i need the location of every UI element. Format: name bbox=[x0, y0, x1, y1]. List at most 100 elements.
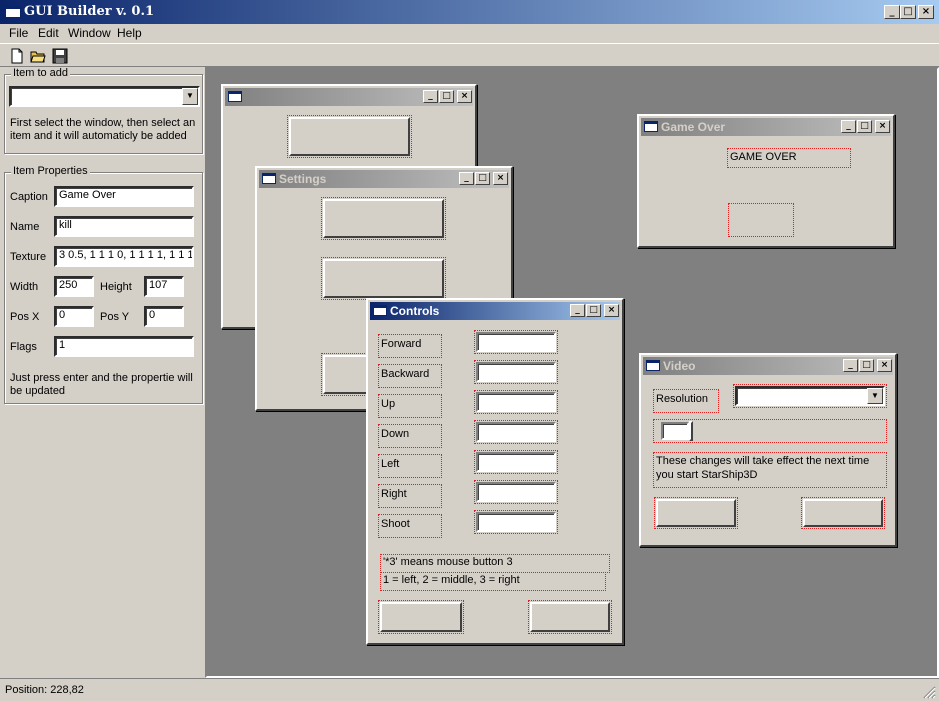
game-over-title: Game Over bbox=[661, 120, 726, 134]
forward-key-field[interactable] bbox=[476, 332, 556, 352]
maximize-icon[interactable]: □ bbox=[859, 359, 874, 372]
fullscreen-checkbox[interactable] bbox=[661, 422, 689, 440]
close-icon[interactable]: × bbox=[875, 120, 890, 133]
window-icon bbox=[373, 305, 387, 316]
right-key-field[interactable] bbox=[476, 482, 556, 502]
maximize-icon[interactable]: □ bbox=[857, 120, 872, 133]
chevron-down-icon[interactable]: ▼ bbox=[867, 388, 883, 404]
control-label-left: Left bbox=[378, 454, 442, 478]
video-window[interactable]: Video _ □ × Resolution ▼ These changes w… bbox=[639, 353, 897, 547]
element-outline bbox=[728, 203, 794, 237]
item-to-add-group: Item to add ▼ First select the window, t… bbox=[4, 67, 203, 154]
video-titlebar[interactable]: Video _ □ × bbox=[643, 357, 893, 375]
item-properties-group: Item Properties Caption Game Over Name k… bbox=[4, 165, 203, 404]
maximize-icon[interactable]: □ bbox=[475, 172, 490, 185]
resize-grip-icon[interactable] bbox=[922, 685, 936, 699]
menu-bar: File Edit Window Help bbox=[0, 24, 939, 43]
untitled-titlebar[interactable]: _ □ × bbox=[225, 88, 473, 106]
texture-field[interactable]: 3 0.5, 1 1 1 0, 1 1 1 1, 1 1 1 bbox=[54, 246, 194, 267]
left-key-field[interactable] bbox=[476, 452, 556, 472]
save-disk-icon[interactable] bbox=[52, 48, 68, 64]
window-icon bbox=[646, 360, 660, 371]
posy-field[interactable]: 0 bbox=[144, 306, 184, 327]
menu-window[interactable]: Window bbox=[68, 26, 111, 40]
placeholder-button[interactable] bbox=[323, 355, 369, 394]
controls-cancel-button[interactable] bbox=[530, 602, 610, 632]
control-label-down: Down bbox=[378, 424, 442, 448]
window-icon bbox=[262, 173, 276, 184]
mouse-note: '*3' means mouse button 3 bbox=[380, 554, 610, 573]
placeholder-button[interactable] bbox=[323, 259, 444, 298]
minimize-icon[interactable]: _ bbox=[843, 359, 858, 372]
flags-field[interactable]: 1 bbox=[54, 336, 194, 357]
video-title: Video bbox=[663, 359, 696, 373]
close-icon[interactable]: × bbox=[493, 172, 508, 185]
close-icon[interactable]: × bbox=[604, 304, 619, 317]
placeholder-button[interactable] bbox=[289, 117, 410, 156]
game-over-titlebar[interactable]: Game Over _ □ × bbox=[641, 118, 891, 136]
posy-label: Pos Y bbox=[100, 311, 130, 323]
window-icon bbox=[644, 121, 658, 132]
height-field[interactable]: 107 bbox=[144, 276, 184, 297]
controls-window[interactable]: Controls _ □ × Forward Backward Up Down … bbox=[366, 298, 624, 645]
control-label-forward: Forward bbox=[378, 334, 442, 358]
name-field[interactable]: kill bbox=[54, 216, 194, 237]
maximize-icon[interactable]: □ bbox=[439, 90, 454, 103]
backward-key-field[interactable] bbox=[476, 362, 556, 382]
toolbar bbox=[0, 43, 939, 67]
caption-field[interactable]: Game Over bbox=[54, 186, 194, 207]
checkbox-divider bbox=[689, 421, 693, 441]
video-ok-button[interactable] bbox=[656, 499, 736, 527]
controls-ok-button[interactable] bbox=[380, 602, 462, 632]
close-icon[interactable]: × bbox=[877, 359, 892, 372]
app-title: GUI Builder v. 0.1 bbox=[24, 4, 155, 19]
close-icon[interactable]: × bbox=[918, 5, 934, 19]
controls-titlebar[interactable]: Controls _ □ × bbox=[370, 302, 620, 320]
controls-title: Controls bbox=[390, 304, 440, 318]
width-field[interactable]: 250 bbox=[54, 276, 94, 297]
minimize-icon[interactable]: _ bbox=[423, 90, 438, 103]
menu-file[interactable]: File bbox=[9, 26, 28, 40]
placeholder-button[interactable] bbox=[323, 199, 444, 238]
menu-edit[interactable]: Edit bbox=[38, 26, 59, 40]
maximize-icon[interactable]: □ bbox=[586, 304, 601, 317]
mouse-legend: 1 = left, 2 = middle, 3 = right bbox=[380, 572, 606, 591]
app-titlebar: GUI Builder v. 0.1 _ □ × bbox=[0, 0, 939, 24]
item-to-add-hint: First select the window, then select an … bbox=[10, 117, 196, 142]
resolution-label: Resolution bbox=[653, 389, 719, 413]
caption-label: Caption bbox=[10, 191, 48, 203]
minimize-icon[interactable]: _ bbox=[884, 5, 900, 19]
flags-label: Flags bbox=[10, 341, 37, 353]
control-label-up: Up bbox=[378, 394, 442, 418]
close-icon[interactable]: × bbox=[457, 90, 472, 103]
width-label: Width bbox=[10, 281, 39, 293]
item-to-add-label: Item to add bbox=[11, 67, 71, 79]
texture-label: Texture bbox=[10, 251, 47, 263]
minimize-icon[interactable]: _ bbox=[570, 304, 585, 317]
name-label: Name bbox=[10, 221, 40, 233]
menu-help[interactable]: Help bbox=[117, 26, 142, 40]
minimize-icon[interactable]: _ bbox=[841, 120, 856, 133]
new-file-icon[interactable] bbox=[9, 48, 25, 64]
game-over-window[interactable]: Game Over _ □ × GAME OVER bbox=[637, 114, 895, 248]
open-folder-icon[interactable] bbox=[30, 48, 46, 64]
posx-label: Pos X bbox=[10, 311, 40, 323]
resolution-combo[interactable]: ▼ bbox=[735, 386, 885, 406]
video-note: These changes will take effect the next … bbox=[653, 452, 887, 488]
maximize-icon[interactable]: □ bbox=[900, 5, 916, 19]
shoot-key-field[interactable] bbox=[476, 512, 556, 532]
settings-titlebar[interactable]: Settings _ □ × bbox=[259, 170, 509, 188]
mdi-workspace[interactable]: _ □ × Settings _ □ × Controls _ □ × Forw… bbox=[205, 67, 939, 678]
video-cancel-button[interactable] bbox=[803, 499, 883, 527]
down-key-field[interactable] bbox=[476, 422, 556, 442]
minimize-icon[interactable]: _ bbox=[459, 172, 474, 185]
window-icon bbox=[228, 91, 242, 102]
settings-title: Settings bbox=[279, 172, 327, 186]
status-bar: Position: 228,82 bbox=[0, 678, 939, 701]
item-type-combo[interactable]: ▼ bbox=[9, 86, 200, 107]
posx-field[interactable]: 0 bbox=[54, 306, 94, 327]
control-label-shoot: Shoot bbox=[378, 514, 442, 538]
chevron-down-icon[interactable]: ▼ bbox=[182, 88, 198, 105]
control-label-right: Right bbox=[378, 484, 442, 508]
up-key-field[interactable] bbox=[476, 392, 556, 412]
